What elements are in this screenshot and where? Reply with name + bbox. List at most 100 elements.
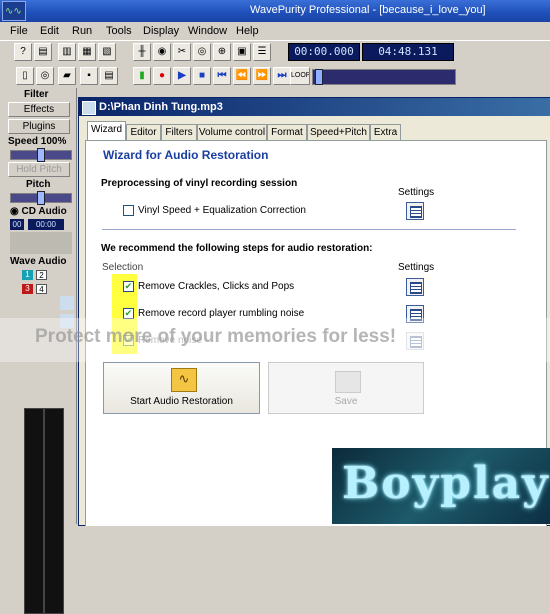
selection-label: Selection — [102, 262, 144, 273]
window-title: WavePurity Professional - [because_i_lov… — [250, 4, 486, 16]
speed-label: Speed 100% — [8, 136, 67, 147]
pitch-label: Pitch — [26, 179, 51, 190]
save-label: Save — [334, 396, 358, 407]
menu-edit[interactable]: Edit — [40, 25, 59, 37]
cd-audio-label: ◉ CD Audio — [10, 206, 67, 217]
save-icon — [335, 371, 361, 393]
save-icon[interactable]: ▪ — [80, 67, 98, 85]
tab-filters[interactable]: Filters — [161, 124, 197, 140]
skip-end-icon[interactable]: ⏭ — [273, 67, 291, 85]
record-settings-icon[interactable]: ◉ — [153, 43, 171, 61]
new-file-icon[interactable]: ▯ — [16, 67, 34, 85]
effects-button[interactable]: Effects — [8, 102, 70, 117]
cd-transport-controls[interactable] — [10, 232, 72, 254]
open-folder-icon[interactable]: ▰ — [58, 67, 76, 85]
watermark-text: Protect more of your memories for less! — [35, 326, 397, 347]
cd-icon[interactable]: ◎ — [193, 43, 211, 61]
recommendations-heading: We recommend the following steps for aud… — [101, 243, 373, 254]
level-meter-icon[interactable]: ▮ — [133, 67, 151, 85]
wave-track-3[interactable]: 3 — [22, 284, 33, 294]
boyplay-logo: Boyplay — [332, 448, 550, 524]
skip-start-icon[interactable]: ⏮ — [213, 67, 231, 85]
separator — [102, 229, 516, 230]
tab-speed-pitch[interactable]: Speed+Pitch — [307, 124, 370, 140]
hold-pitch-button[interactable]: Hold Pitch — [8, 162, 70, 177]
remove-crackles-checkbox[interactable]: ✔ — [123, 281, 134, 292]
save-button[interactable]: Save — [268, 362, 424, 414]
chart-icon[interactable]: ▦ — [78, 43, 96, 61]
wave-track-4[interactable]: 4 — [36, 284, 47, 294]
start-restoration-label: Start Audio Restoration — [130, 396, 233, 407]
vinyl-correction-checkbox[interactable] — [123, 205, 134, 216]
record-icon[interactable]: ● — [153, 67, 171, 85]
loop-button[interactable]: LOOP — [290, 67, 310, 85]
open-project-icon[interactable]: ▤ — [34, 43, 52, 61]
vinyl-settings-button[interactable] — [406, 202, 424, 220]
settings-label: Settings — [398, 187, 435, 198]
preprocessing-heading: Preprocessing of vinyl recording session — [101, 178, 298, 189]
start-restoration-button[interactable]: ∿ Start Audio Restoration — [103, 362, 260, 414]
mixer-icon[interactable]: ╫ — [133, 43, 151, 61]
document-title-bar: D:\Phan Dinh Tung.mp3 — [79, 98, 550, 116]
document-title: D:\Phan Dinh Tung.mp3 — [99, 101, 223, 113]
web-icon[interactable]: ⊕ — [213, 43, 231, 61]
tool-icon-1[interactable] — [60, 296, 74, 310]
menu-window[interactable]: Window — [188, 25, 227, 37]
menu-run[interactable]: Run — [72, 25, 92, 37]
cd-time-display: 00:00 — [28, 219, 64, 230]
total-time-display: 04:48.131 — [362, 43, 454, 61]
wave-audio-label: Wave Audio — [10, 256, 67, 267]
speed-slider[interactable] — [10, 148, 72, 162]
settings-icon — [410, 206, 422, 218]
tab-extra[interactable]: Extra — [370, 124, 401, 140]
cd-open-icon[interactable]: ◎ — [36, 67, 54, 85]
help-icon[interactable]: ? — [14, 43, 32, 61]
logo-text: Boyplay — [342, 458, 550, 509]
wave-track-1[interactable]: 1 — [22, 270, 33, 280]
rewind-icon[interactable]: ⏪ — [233, 67, 251, 85]
tab-format[interactable]: Format — [267, 124, 307, 140]
play-icon[interactable]: ▶ — [173, 67, 191, 85]
wizard-heading: Wizard for Audio Restoration — [103, 148, 269, 162]
spectrum-icon[interactable]: ▥ — [58, 43, 76, 61]
document-icon — [82, 101, 96, 115]
watermark-banner: Protect more of your memories for less! — [0, 318, 550, 362]
list-icon[interactable]: ☰ — [253, 43, 271, 61]
filter-label: Filter — [24, 89, 49, 100]
pitch-slider-thumb[interactable] — [37, 191, 45, 205]
tools-icon[interactable]: ✂ — [173, 43, 191, 61]
graph-icon[interactable]: ▧ — [98, 43, 116, 61]
wave-track-2[interactable]: 2 — [36, 270, 47, 280]
tab-wizard[interactable]: Wizard — [87, 121, 126, 141]
remove-crackles-label: Remove Crackles, Clicks and Pops — [138, 281, 295, 292]
left-level-meter — [24, 408, 44, 614]
tab-volume-control[interactable]: Volume control — [197, 124, 267, 140]
app-logo-icon: ∿∿ — [2, 1, 26, 21]
settings-label-2: Settings — [398, 262, 435, 273]
toolbar-top: ? ▤ ▥ ▦ ▧ ╫ ◉ ✂ ◎ ⊕ ▣ ☰ 00:00.000 04:48.… — [0, 41, 550, 65]
title-bar: ∿∿ WavePurity Professional - [because_i_… — [0, 0, 550, 22]
menu-file[interactable]: File — [10, 25, 28, 37]
speed-slider-thumb[interactable] — [37, 148, 45, 162]
tab-editor[interactable]: Editor — [126, 124, 161, 140]
wizard-icon: ∿ — [171, 368, 197, 392]
position-slider[interactable] — [312, 69, 456, 85]
menu-help[interactable]: Help — [236, 25, 259, 37]
pitch-slider[interactable] — [10, 191, 72, 205]
current-time-display: 00:00.000 — [288, 43, 360, 61]
vinyl-correction-label: Vinyl Speed + Equalization Correction — [138, 205, 306, 216]
stop-icon[interactable]: ■ — [193, 67, 211, 85]
cd-track-display: 00 — [10, 219, 24, 230]
menu-tools[interactable]: Tools — [106, 25, 132, 37]
settings-icon — [410, 282, 422, 294]
menu-display[interactable]: Display — [143, 25, 179, 37]
crackles-settings-button[interactable] — [406, 278, 424, 296]
export-icon[interactable]: ▤ — [100, 67, 118, 85]
toolbar-transport: ▯ ◎ ▰ ▪ ▤ ▮ ● ▶ ■ ⏮ ⏪ ⏩ ⏭ LOOP — [0, 66, 550, 88]
plugins-button[interactable]: Plugins — [8, 119, 70, 134]
right-level-meter — [44, 408, 64, 614]
fast-forward-icon[interactable]: ⏩ — [253, 67, 271, 85]
image-icon[interactable]: ▣ — [233, 43, 251, 61]
left-control-panel: Filter Effects Plugins Speed 100% Hold P… — [0, 88, 77, 614]
position-slider-thumb[interactable] — [315, 69, 323, 85]
